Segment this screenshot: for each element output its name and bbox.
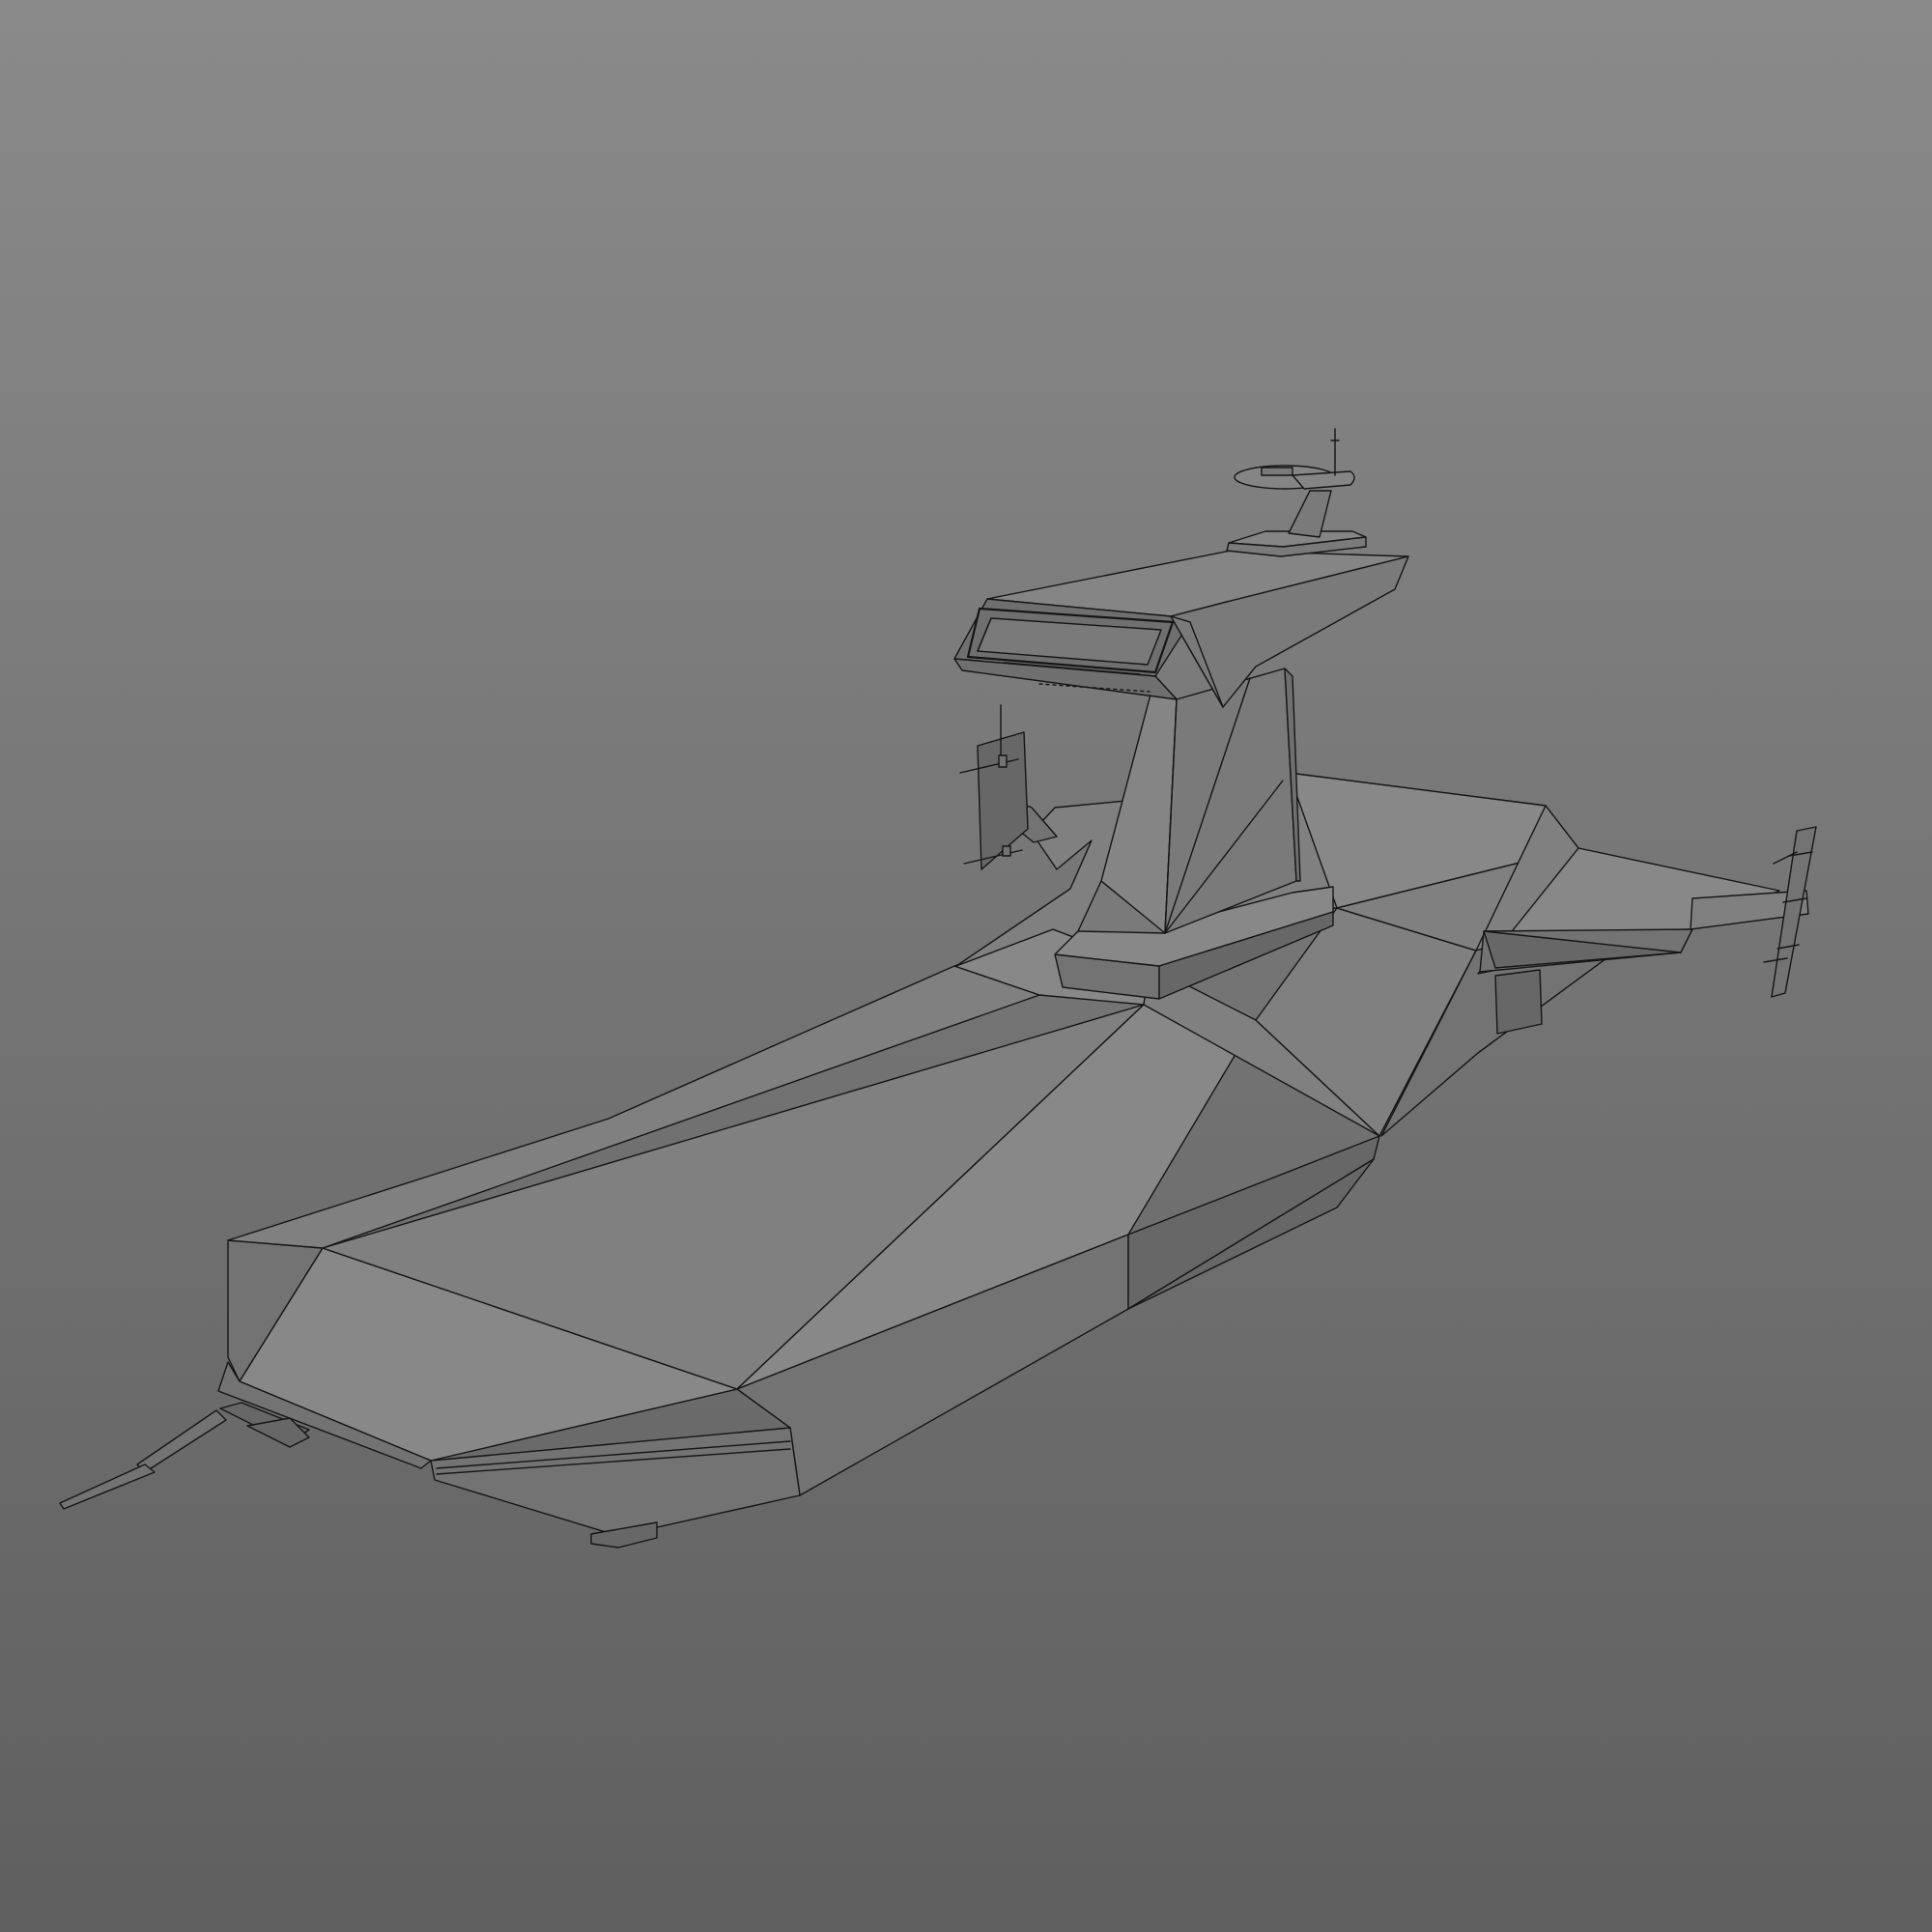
port-mast-box <box>998 754 1008 768</box>
port-mast-box-2 <box>1002 845 1011 857</box>
mast-top-box <box>1261 467 1293 476</box>
3d-viewport[interactable] <box>0 0 1932 1932</box>
wireframe-model-render <box>0 0 1932 1932</box>
stern-box <box>1494 969 1543 1035</box>
